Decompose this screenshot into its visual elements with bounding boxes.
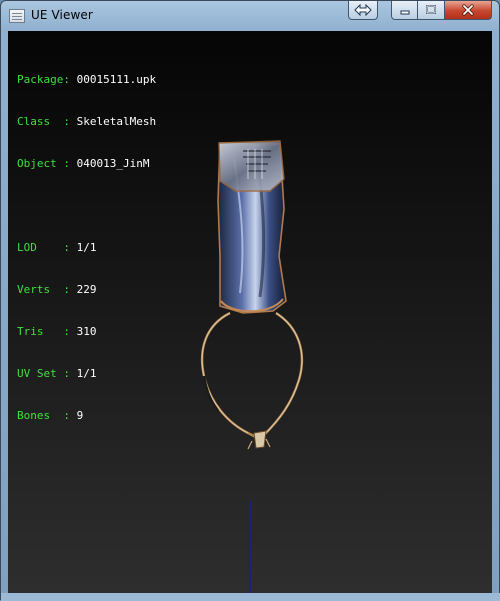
pendant-cap [218, 140, 285, 192]
3d-viewport[interactable]: Package: 00015111.upk Class : SkeletalMe… [8, 31, 492, 593]
minimize-icon [400, 10, 409, 15]
skeletal-mesh-render [200, 140, 304, 593]
close-icon [462, 4, 474, 16]
app-window: UE Viewer Package: 00015111.upk Class: … [0, 0, 500, 601]
swap-arrows-button[interactable] [348, 1, 378, 20]
maximize-button[interactable] [418, 1, 445, 20]
swap-arrows-icon [354, 4, 372, 16]
cord-knot [253, 430, 267, 449]
necklace-cord [200, 311, 304, 442]
app-icon [9, 9, 25, 23]
minimize-button[interactable] [391, 1, 418, 20]
window-title: UE Viewer [31, 8, 93, 22]
close-button[interactable] [445, 1, 492, 20]
maximize-icon [426, 5, 436, 14]
title-bar[interactable]: UE Viewer [1, 1, 500, 31]
